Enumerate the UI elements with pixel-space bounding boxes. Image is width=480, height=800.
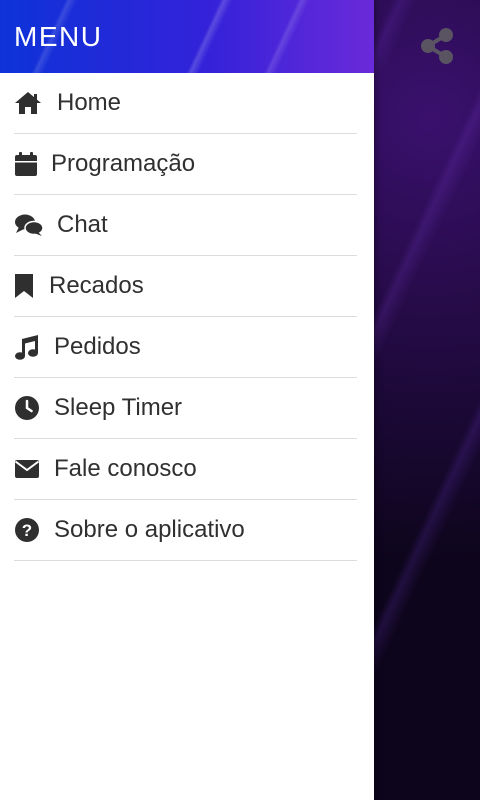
share-button[interactable] [418, 24, 456, 68]
drawer-header: MENU [0, 0, 374, 73]
clock-icon [14, 393, 44, 423]
drawer-title: MENU [14, 20, 103, 52]
bookmark-icon [14, 271, 44, 301]
app-screen: MENU Home Programação Chat Recados Pedid… [0, 0, 480, 800]
menu-item-label: Sobre o aplicativo [54, 516, 245, 543]
chat-icon [14, 210, 44, 240]
share-icon [421, 28, 453, 64]
envelope-icon [14, 454, 44, 484]
question-circle-icon: ? [14, 515, 44, 545]
menu-item-label: Pedidos [54, 333, 141, 360]
menu-item-label: Recados [49, 272, 144, 299]
menu-item-chat[interactable]: Chat [14, 195, 357, 256]
menu-item-label: Programação [51, 150, 196, 177]
menu-item-label: Fale conosco [54, 455, 197, 482]
menu-item-label: Sleep Timer [54, 394, 183, 421]
menu-item-label: Chat [57, 211, 108, 238]
menu-list: Home Programação Chat Recados Pedidos Sl… [0, 73, 374, 561]
menu-item-sleep-timer[interactable]: Sleep Timer [14, 378, 357, 439]
music-note-icon [14, 332, 44, 362]
calendar-icon [14, 149, 44, 179]
menu-item-recados[interactable]: Recados [14, 256, 357, 317]
menu-item-sobre[interactable]: ? Sobre o aplicativo [14, 500, 357, 561]
menu-item-pedidos[interactable]: Pedidos [14, 317, 357, 378]
menu-item-programacao[interactable]: Programação [14, 134, 357, 195]
svg-text:?: ? [22, 521, 32, 540]
menu-item-home[interactable]: Home [14, 73, 357, 134]
navigation-drawer: MENU Home Programação Chat Recados Pedid… [0, 0, 374, 800]
home-icon [14, 88, 44, 118]
menu-item-label: Home [57, 89, 122, 116]
menu-item-fale-conosco[interactable]: Fale conosco [14, 439, 357, 500]
